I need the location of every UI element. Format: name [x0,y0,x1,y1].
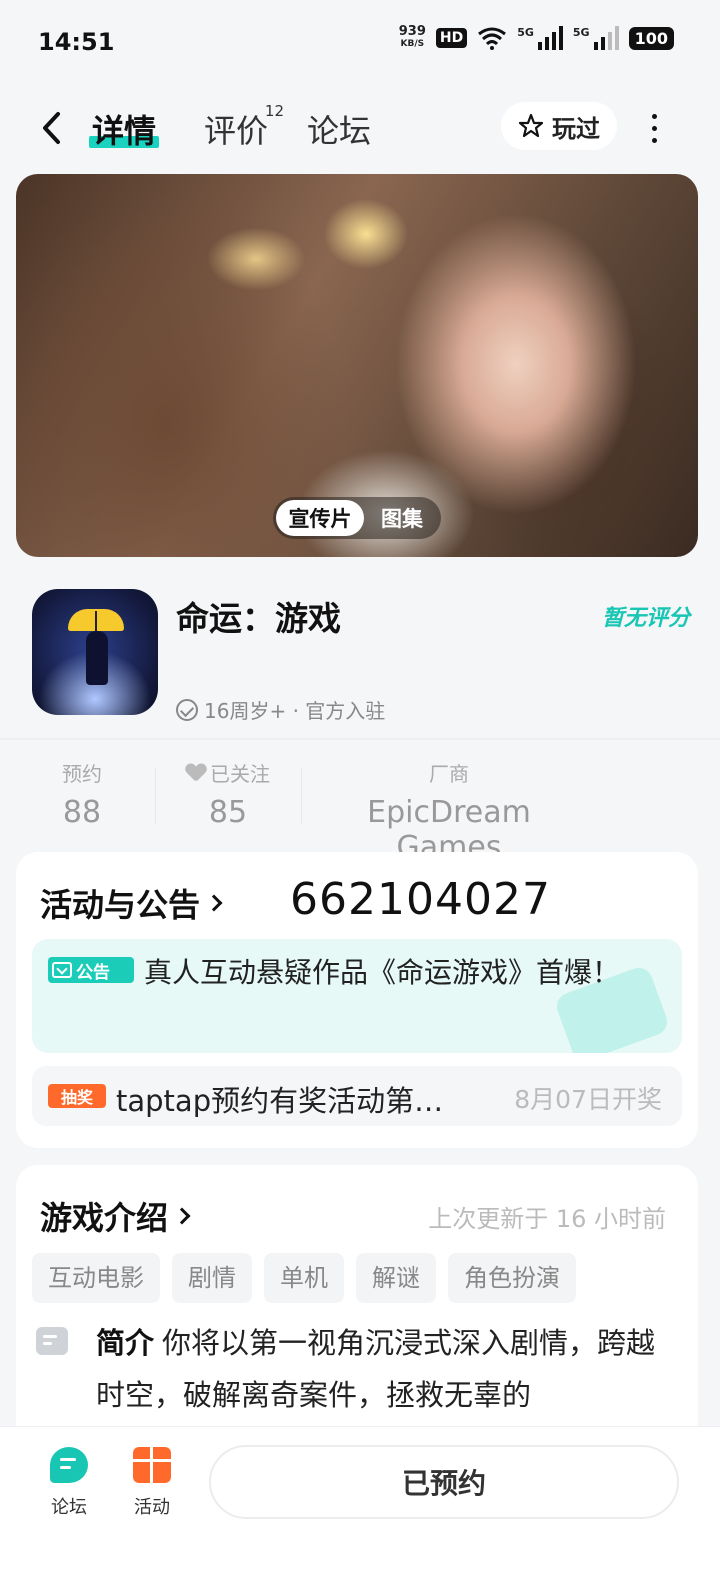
game-meta-text: 16周岁+ · 官方入驻 [204,699,386,723]
stat-separator [155,768,156,824]
summary-label: 简介 [96,1326,155,1360]
intro-title-text: 游戏介绍 [40,1199,169,1237]
score-label: 暂无评分 [601,606,690,631]
game-title: 命运：游戏 [176,599,341,638]
stat-publisher[interactable]: 厂商 EpicDream Games [318,758,580,865]
star-icon [518,113,544,138]
notice-tag: 公告 [48,957,134,983]
net-speed: 939 KB/S [398,24,426,50]
bottom-activity-label: 活动 [134,1497,170,1518]
divider [0,738,720,740]
bottom-forum-label: 论坛 [51,1497,87,1518]
hero-media[interactable]: 宣传片 图集 [16,174,698,557]
intro-title[interactable]: 游戏介绍 [40,1193,191,1239]
stat-label: 厂商 [429,762,469,786]
stat-reservations: 预约 88 [40,758,124,830]
status-icons: 939 KB/S HD 5G 5G 100 [398,24,674,50]
net-speed-value: 939 [398,24,426,39]
heart-icon [186,764,206,782]
intro-card: 游戏介绍 上次更新于 16 小时前 互动电影 剧情 单机 解谜 角色扮演 简介你… [16,1165,698,1465]
bottom-activity-button[interactable]: 活动 [117,1447,187,1519]
verified-check-icon [176,698,198,721]
notice-tag-label: 公告 [76,962,110,983]
tab-review[interactable]: 评价 12 [204,102,284,152]
net-speed-unit: KB/S [400,39,425,49]
reserved-button[interactable]: 已预约 [209,1445,679,1519]
diamond-icon [52,962,72,978]
media-toggle: 宣传片 图集 [273,497,441,539]
tag-chip[interactable]: 解谜 [356,1253,436,1303]
chevron-right-icon [205,894,223,912]
stat-separator [301,768,302,824]
stat-label: 预约 [62,762,102,786]
signal-type-1: 5G [517,26,534,39]
signal-type-2: 5G [572,26,590,39]
played-button[interactable]: 玩过 [501,102,617,150]
activity-card: 活动与公告 662104027 真人互动悬疑作品《命运游戏》首爆！ 公告 抽奖 … [16,852,698,1148]
summary[interactable]: 简介 你将以第一视角沉浸式深入剧情，跨越时空，破解离奇案件，拯救无辜的 [96,1317,666,1421]
game-meta: 16周岁+ · 官方入驻 [176,695,385,724]
document-icon [36,1327,68,1355]
summary-text: 你将以第一视角沉浸式深入剧情，跨越时空，破解离奇案件，拯救无辜的 [96,1326,656,1412]
top-nav: 详情 评价 12 论坛 玩过 [0,96,720,160]
notice-text: 真人互动悬疑作品《命运游戏》首爆！ [144,956,621,989]
back-arrow-icon[interactable] [38,108,68,148]
tag-chip[interactable]: 剧情 [172,1253,252,1303]
status-bar: 14:51 939 KB/S HD 5G 5G 100 [0,0,720,86]
stat-value: 88 [62,795,102,830]
tab-forum[interactable]: 论坛 [307,106,371,152]
tag-list: 互动电影 剧情 单机 解谜 角色扮演 [32,1253,576,1303]
more-options-icon[interactable] [646,110,662,146]
gift-icon [133,1447,171,1483]
stat-value: 85 [208,795,248,830]
activity-title-text: 活动与公告 [40,886,201,924]
lottery-date: 8月07日开奖 [514,1085,662,1114]
toggle-gallery[interactable]: 图集 [369,500,435,536]
stat-followers[interactable]: 已关注 85 [176,758,280,830]
signal-icon-2 [593,26,619,50]
battery-icon: 100 [628,26,674,50]
lottery-item[interactable]: 抽奖 taptap预约有奖活动第… 8月07日开奖 [32,1066,682,1126]
bottom-bar: 论坛 活动 已预约 [0,1426,720,1584]
review-count-badge: 12 [264,102,285,120]
toggle-video[interactable]: 宣传片 [276,500,364,536]
tag-chip[interactable]: 单机 [264,1253,344,1303]
update-time: 上次更新于 16 小时前 [428,1205,666,1233]
chevron-right-icon [173,1207,191,1225]
stat-label: 已关注 [210,762,270,786]
notice-item[interactable]: 真人互动悬疑作品《命运游戏》首爆！ 公告 [32,939,682,1053]
played-label: 玩过 [552,114,600,143]
tab-detail[interactable]: 详情 [88,106,160,152]
game-app-icon [32,589,158,715]
lottery-text: taptap预约有奖活动第… [116,1084,444,1118]
lottery-tag: 抽奖 [48,1084,106,1108]
signal-icon-1 [537,26,563,50]
status-time: 14:51 [38,28,115,56]
handwritten-number: 662104027 [290,874,551,925]
wifi-icon [478,27,507,50]
bottom-forum-button[interactable]: 论坛 [34,1447,104,1519]
activity-title[interactable]: 活动与公告 [40,880,223,926]
hd-icon: HD [435,28,468,48]
tab-review-label: 评价 [204,112,269,150]
tag-chip[interactable]: 互动电影 [32,1253,160,1303]
tag-chip[interactable]: 角色扮演 [448,1253,576,1303]
figure-art [86,631,108,685]
chat-bubble-icon [50,1447,88,1483]
stat-label-row: 已关注 [176,758,280,787]
